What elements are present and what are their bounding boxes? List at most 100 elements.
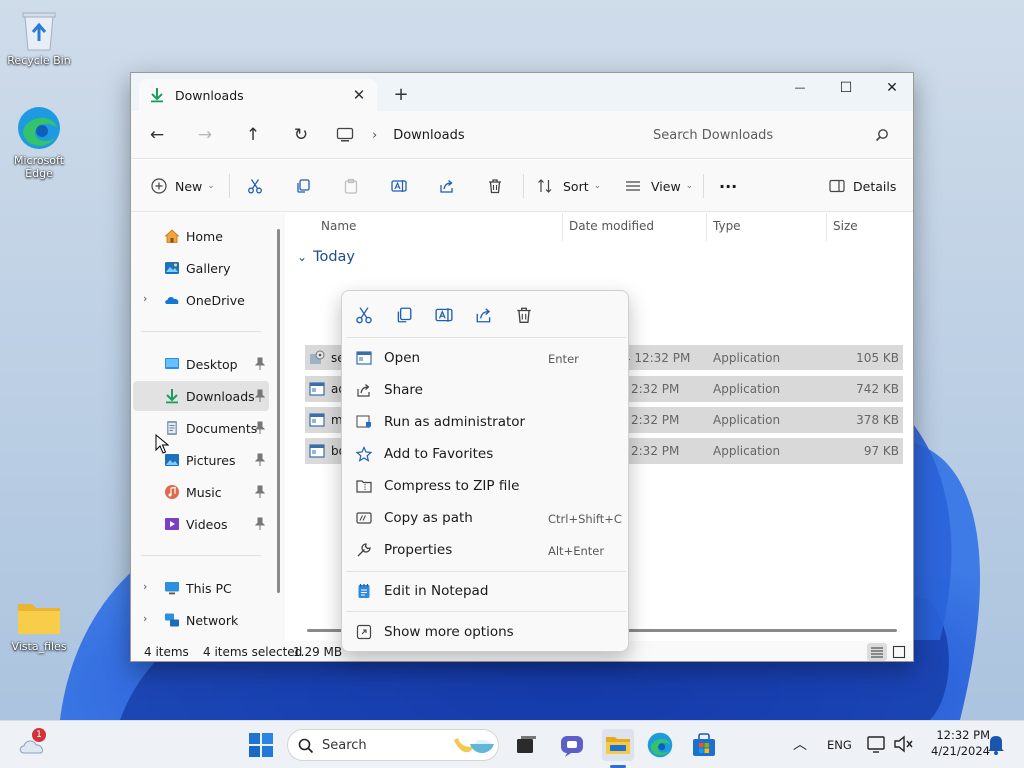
file-explorer-taskbar-button[interactable] [602, 729, 634, 761]
minimize-button[interactable]: — [777, 73, 823, 103]
nav-item-label: Pictures [186, 453, 236, 468]
search-box[interactable]: Search Downloads [637, 119, 903, 151]
nav-item-downloads[interactable]: Downloads [133, 381, 269, 411]
share-button[interactable] [439, 172, 455, 200]
maximize-button[interactable]: ☐ [823, 73, 869, 103]
task-view-button[interactable] [512, 731, 540, 759]
rename-button[interactable] [391, 172, 407, 200]
teams-chat-button[interactable] [558, 731, 586, 759]
see-more-button[interactable]: ··· [719, 172, 737, 200]
back-button[interactable]: ← [145, 123, 169, 147]
search-input[interactable]: Search Downloads [653, 128, 875, 143]
rename-icon [391, 180, 407, 192]
desktop-icon-edge[interactable]: Microsoft Edge [1, 104, 77, 180]
details-pane-button[interactable]: Details [829, 172, 896, 200]
menu-item-shortcut: Enter [548, 352, 579, 366]
menu-item-share[interactable]: Share [346, 375, 626, 405]
menu-item-label: Show more options [384, 624, 514, 640]
pictures-icon [165, 454, 179, 466]
menu-item-open[interactable]: Open Enter [346, 343, 626, 373]
menu-item-properties[interactable]: Properties Alt+Enter [346, 535, 626, 565]
store-taskbar-button[interactable] [690, 731, 718, 759]
menu-item-label: Compress to ZIP file [384, 478, 520, 494]
nav-item-videos[interactable]: Videos [133, 509, 269, 539]
file-date: 2:32 PM [631, 382, 680, 396]
widgets-button[interactable]: 1 [18, 728, 46, 759]
chevron-right-icon[interactable]: › [143, 612, 147, 625]
edge-taskbar-button[interactable] [646, 731, 674, 759]
column-header-type[interactable]: Type [713, 219, 741, 239]
copy-button[interactable] [295, 172, 311, 200]
nav-divider [141, 331, 261, 332]
forward-button[interactable]: → [193, 123, 217, 147]
menu-item-add-to-favorites[interactable]: Add to Favorites [346, 439, 626, 469]
nav-item-pictures[interactable]: Pictures [133, 445, 269, 475]
notifications-button[interactable] [986, 733, 1008, 757]
title-bar[interactable]: Downloads ✕ + — ☐ ✕ [131, 73, 913, 111]
delete-button[interactable] [487, 172, 503, 200]
refresh-button[interactable]: ↻ [289, 123, 313, 147]
menu-item-edit-in-notepad[interactable]: Edit in Notepad [346, 576, 626, 606]
column-header-size[interactable]: Size [833, 219, 858, 239]
column-divider[interactable] [706, 213, 707, 241]
more-options-icon [356, 624, 372, 640]
chevron-right-icon[interactable]: › [143, 580, 147, 593]
context-delete-button[interactable] [510, 301, 538, 329]
breadcrumb-item[interactable]: Downloads [393, 128, 464, 143]
taskbar-search[interactable]: Search [287, 729, 499, 761]
group-header-today[interactable]: ⌄ Today [297, 249, 355, 265]
nav-item-network[interactable]: › Network [133, 605, 269, 635]
desktop-icon-label: Recycle Bin [7, 54, 71, 67]
new-tab-button[interactable]: + [389, 83, 413, 107]
volume-button[interactable] [892, 733, 914, 757]
context-rename-button[interactable] [430, 301, 458, 329]
nav-item-desktop[interactable]: Desktop [133, 349, 269, 379]
nav-scrollbar[interactable] [277, 229, 280, 593]
up-button[interactable]: ↑ [241, 123, 265, 147]
context-share-button[interactable] [470, 301, 498, 329]
menu-item-compress-zip[interactable]: Compress to ZIP file [346, 471, 626, 501]
new-button[interactable]: New ⌄ [151, 172, 215, 200]
paste-button[interactable] [343, 172, 359, 200]
view-button[interactable]: View ⌄ [625, 172, 693, 200]
tab-close-button[interactable]: ✕ [347, 83, 371, 107]
menu-divider [346, 611, 626, 612]
sort-button[interactable]: Sort ⌄ [537, 172, 601, 200]
clock[interactable]: 12:32 PM 4/21/2024 [920, 728, 990, 758]
application-icon [309, 382, 325, 396]
network-status-button[interactable] [866, 733, 888, 757]
add-icon [151, 178, 167, 194]
tab-downloads[interactable]: Downloads ✕ [139, 79, 377, 111]
column-header-name[interactable]: Name [321, 219, 356, 239]
music-icon [165, 485, 179, 499]
taskbar-search-input[interactable]: Search [322, 738, 367, 753]
details-view-button[interactable] [867, 643, 887, 661]
language-indicator[interactable]: ENG [827, 738, 852, 752]
address-bar: ← → ↑ ↻ › Downloads Search Downloads [131, 111, 913, 159]
menu-item-run-as-admin[interactable]: Run as administrator [346, 407, 626, 437]
breadcrumb[interactable]: › Downloads [336, 119, 626, 151]
menu-item-show-more-options[interactable]: Show more options [346, 617, 626, 647]
context-cut-button[interactable] [350, 301, 378, 329]
tiles-view-button[interactable] [889, 643, 909, 661]
column-divider[interactable] [562, 213, 563, 241]
start-button[interactable] [247, 731, 275, 759]
context-copy-button[interactable] [390, 301, 418, 329]
close-button[interactable]: ✕ [869, 73, 913, 103]
cut-button[interactable] [247, 172, 263, 200]
column-divider[interactable] [826, 213, 827, 241]
nav-item-label: OneDrive [186, 293, 245, 308]
chevron-right-icon[interactable]: › [143, 292, 147, 305]
menu-item-copy-as-path[interactable]: Copy as path Ctrl+Shift+C [346, 503, 626, 533]
show-hidden-icons-button[interactable]: ︿ [788, 733, 812, 757]
nav-item-this-pc[interactable]: › This PC [133, 573, 269, 603]
desktop-icon-vista-files[interactable]: Vista_files [1, 598, 77, 653]
nav-item-gallery[interactable]: Gallery [133, 253, 269, 283]
desktop-icon-recycle-bin[interactable]: Recycle Bin [1, 8, 77, 67]
nav-item-home[interactable]: Home [133, 221, 269, 251]
column-header-date[interactable]: Date modified [569, 219, 654, 239]
nav-item-documents[interactable]: Documents [133, 413, 269, 443]
nav-item-onedrive[interactable]: › OneDrive [133, 285, 269, 315]
nav-item-music[interactable]: Music [133, 477, 269, 507]
desktop-icon [165, 358, 179, 369]
